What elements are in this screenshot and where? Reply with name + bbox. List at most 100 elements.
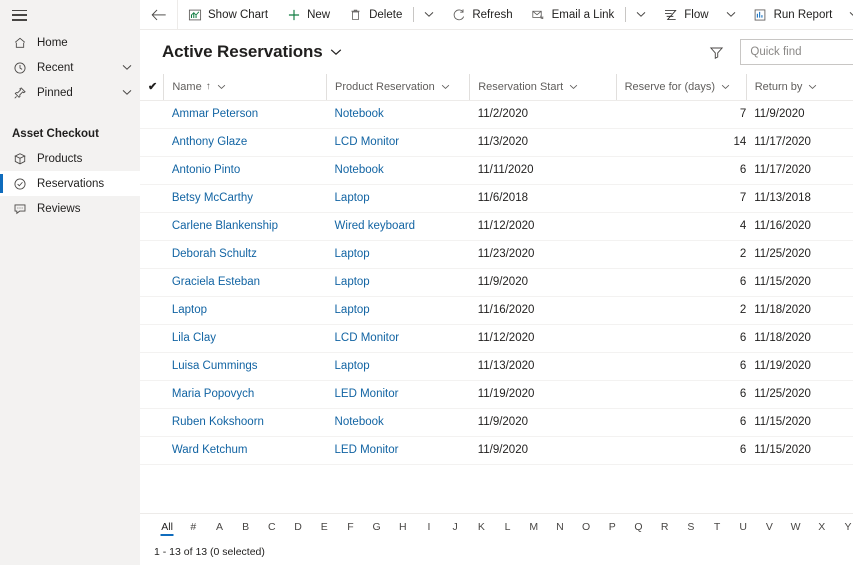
cell-name[interactable]: Lila Clay (163, 324, 327, 353)
show-chart-button[interactable]: Show Chart (178, 0, 277, 29)
row-select-checkbox[interactable] (140, 352, 164, 381)
cell-product-reservation-link[interactable]: Notebook (335, 108, 384, 120)
alphabet-filter-d[interactable]: D (285, 514, 311, 540)
row-select-checkbox[interactable] (140, 380, 164, 409)
quick-find-box[interactable] (740, 39, 853, 65)
cell-product-reservation[interactable]: Laptop (326, 240, 470, 269)
alphabet-filter-l[interactable]: L (494, 514, 520, 540)
cell-product-reservation-link[interactable]: Laptop (335, 360, 370, 372)
cell-name-link[interactable]: Betsy McCarthy (172, 192, 253, 204)
alphabet-filter-y[interactable]: Y (835, 514, 853, 540)
alphabet-filter-f[interactable]: F (337, 514, 363, 540)
alphabet-filter-a[interactable]: A (206, 514, 232, 540)
select-all-header[interactable]: ✔ (140, 74, 164, 101)
row-select-checkbox[interactable] (140, 100, 164, 129)
new-button[interactable]: New (277, 0, 339, 29)
cell-name-link[interactable]: Ruben Kokshoorn (172, 416, 264, 428)
alphabet-filter-n[interactable]: N (547, 514, 573, 540)
cell-product-reservation-link[interactable]: Laptop (335, 304, 370, 316)
cell-product-reservation-link[interactable]: Laptop (335, 248, 370, 260)
cell-product-reservation[interactable]: Laptop (326, 296, 470, 325)
hamburger-icon[interactable] (12, 9, 27, 21)
alphabet-filter-i[interactable]: I (416, 514, 442, 540)
cell-name[interactable]: Graciela Esteban (163, 268, 327, 297)
sidebar-item-reservations[interactable]: Reservations (0, 171, 140, 196)
sidebar-item-pinned[interactable]: Pinned (0, 80, 140, 105)
table-row[interactable]: Ammar Peterson Notebook 11/2/2020 7 11/9/202… (140, 100, 853, 129)
column-header-return-by[interactable]: Return by (745, 74, 853, 101)
cell-name[interactable]: Ammar Peterson (163, 100, 327, 129)
cell-product-reservation-link[interactable]: LED Monitor (335, 444, 399, 456)
column-header-reserve-for-days[interactable]: Reserve for (days) (615, 74, 747, 101)
row-select-checkbox[interactable] (140, 436, 164, 465)
cell-product-reservation-link[interactable]: LCD Monitor (335, 332, 400, 344)
chevron-down-icon[interactable] (122, 64, 132, 71)
sidebar-item-products[interactable]: Products (0, 146, 140, 171)
chevron-down-icon[interactable] (808, 84, 817, 90)
cell-name[interactable]: Luisa Cummings (163, 352, 327, 381)
table-row[interactable]: Luisa Cummings Laptop 11/13/2020 6 11/19/202… (140, 352, 853, 381)
row-select-checkbox[interactable] (140, 212, 164, 241)
cell-product-reservation[interactable]: Laptop (326, 352, 470, 381)
delete-button[interactable]: Delete (339, 0, 411, 29)
row-select-checkbox[interactable] (140, 408, 164, 437)
chevron-down-icon[interactable] (721, 84, 730, 90)
table-row[interactable]: Carlene Blankenship Wired keyboard 11/12/2… (140, 212, 853, 241)
alphabet-filter-hash[interactable]: # (180, 514, 206, 540)
filter-icon[interactable] (702, 38, 730, 66)
alphabet-filter-g[interactable]: G (364, 514, 390, 540)
alphabet-filter-j[interactable]: J (442, 514, 468, 540)
flow-button[interactable]: Flow (654, 0, 717, 29)
delete-more-chevron-icon[interactable] (416, 0, 442, 29)
cell-product-reservation[interactable]: LCD Monitor (326, 324, 470, 353)
alphabet-filter-h[interactable]: H (390, 514, 416, 540)
table-row[interactable]: Ward Ketchum LED Monitor 11/9/2020 6 11/15/2… (140, 436, 853, 465)
sidebar-item-recent[interactable]: Recent (0, 55, 140, 80)
alphabet-filter-x[interactable]: X (809, 514, 835, 540)
cell-name[interactable]: Deborah Schultz (163, 240, 327, 269)
cell-name-link[interactable]: Luisa Cummings (172, 360, 258, 372)
cell-product-reservation[interactable]: Notebook (326, 156, 470, 185)
alphabet-filter-q[interactable]: Q (625, 514, 651, 540)
cell-product-reservation[interactable]: LED Monitor (326, 380, 470, 409)
alphabet-filter-m[interactable]: M (521, 514, 547, 540)
cell-product-reservation[interactable]: Wired keyboard (326, 212, 470, 241)
sidebar-item-home[interactable]: Home (0, 30, 140, 55)
cell-name[interactable]: Laptop (163, 296, 327, 325)
alphabet-filter-e[interactable]: E (311, 514, 337, 540)
cell-product-reservation-link[interactable]: Notebook (335, 416, 384, 428)
table-row[interactable]: Deborah Schultz Laptop 11/23/2020 2 11/25/20… (140, 240, 853, 269)
cell-name[interactable]: Antonio Pinto (163, 156, 327, 185)
cell-product-reservation-link[interactable]: Wired keyboard (335, 220, 416, 232)
row-select-checkbox[interactable] (140, 296, 164, 325)
cell-product-reservation[interactable]: LED Monitor (326, 436, 470, 465)
row-select-checkbox[interactable] (140, 156, 164, 185)
cell-product-reservation[interactable]: Notebook (326, 100, 470, 129)
view-selector-chevron-icon[interactable] (330, 48, 342, 56)
table-row[interactable]: Anthony Glaze LCD Monitor 11/3/2020 14 11/17… (140, 128, 853, 157)
alphabet-filter-v[interactable]: V (756, 514, 782, 540)
alphabet-filter-u[interactable]: U (730, 514, 756, 540)
column-header-reservation-start[interactable]: Reservation Start (469, 74, 617, 101)
column-header-product-reservation[interactable]: Product Reservation (326, 74, 470, 101)
alphabet-filter-b[interactable]: B (233, 514, 259, 540)
table-row[interactable]: Laptop Laptop 11/16/2020 2 11/18/2020 (140, 296, 853, 325)
row-select-checkbox[interactable] (140, 128, 164, 157)
cell-name[interactable]: Ruben Kokshoorn (163, 408, 327, 437)
cell-name-link[interactable]: Graciela Esteban (172, 276, 260, 288)
cell-name-link[interactable]: Anthony Glaze (172, 136, 247, 148)
email-a-link-button[interactable]: Email a Link (522, 0, 624, 29)
cell-name-link[interactable]: Ammar Peterson (172, 108, 258, 120)
table-row[interactable]: Betsy McCarthy Laptop 11/6/2018 7 11/13/2018 (140, 184, 853, 213)
cell-name-link[interactable]: Deborah Schultz (172, 248, 257, 260)
cell-name[interactable]: Maria Popovych (163, 380, 327, 409)
cell-product-reservation-link[interactable]: Notebook (335, 164, 384, 176)
table-row[interactable]: Lila Clay LCD Monitor 11/12/2020 6 11/18/202… (140, 324, 853, 353)
cell-product-reservation-link[interactable]: Laptop (335, 276, 370, 288)
cell-name-link[interactable]: Laptop (172, 304, 207, 316)
email-more-chevron-icon[interactable] (628, 0, 654, 29)
alphabet-filter-all[interactable]: All (154, 514, 180, 540)
alphabet-filter-t[interactable]: T (704, 514, 730, 540)
alphabet-filter-p[interactable]: P (599, 514, 625, 540)
cell-name-link[interactable]: Ward Ketchum (172, 444, 248, 456)
